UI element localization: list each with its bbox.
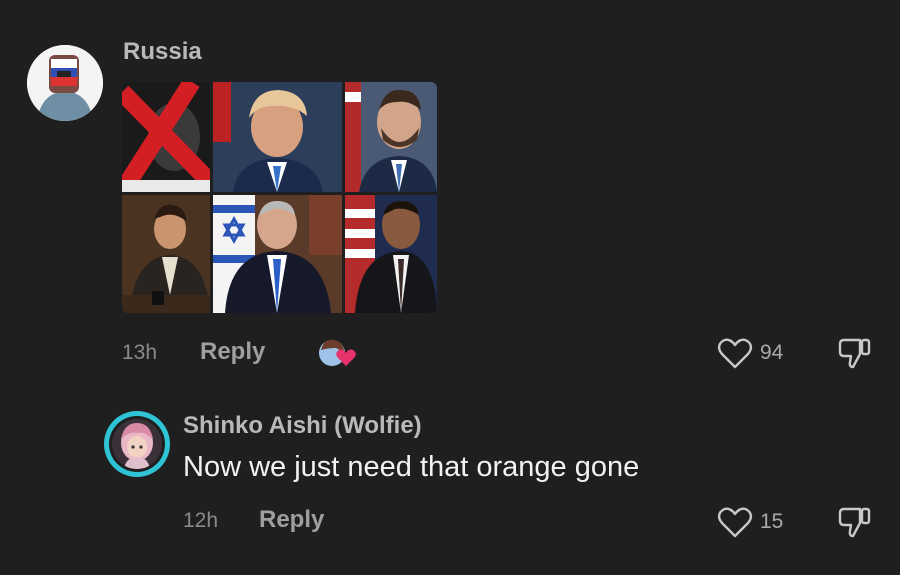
dislike-button[interactable] bbox=[836, 334, 874, 372]
photo-man-at-desk bbox=[122, 195, 210, 313]
photo-usa-flag-man bbox=[345, 195, 437, 313]
like-button-2[interactable] bbox=[717, 505, 753, 539]
heart-icon bbox=[717, 338, 753, 369]
wolfie-avatar-art bbox=[112, 419, 162, 469]
reply-username[interactable]: Shinko Aishi (Wolfie) bbox=[183, 412, 422, 440]
thumbs-down-icon bbox=[838, 338, 871, 369]
reply-timestamp: 12h bbox=[183, 509, 219, 532]
comment-username[interactable]: Russia bbox=[123, 38, 202, 66]
dislike-button-2[interactable] bbox=[836, 503, 874, 541]
comment-timestamp: 13h bbox=[122, 341, 158, 364]
creator-avatar-heart-icon bbox=[319, 339, 356, 366]
like-button[interactable] bbox=[717, 336, 753, 370]
thumbs-down-icon bbox=[838, 507, 871, 538]
russia-avatar[interactable] bbox=[27, 45, 103, 121]
photo-bearded-man bbox=[345, 82, 437, 192]
russia-avatar-art bbox=[27, 45, 103, 121]
wolfie-avatar[interactable] bbox=[104, 411, 170, 477]
heart-icon bbox=[717, 507, 753, 538]
like-count: 94 bbox=[760, 341, 784, 364]
photo-crossed-out bbox=[122, 82, 210, 192]
reply-button[interactable]: Reply bbox=[200, 338, 265, 366]
reply-button-2[interactable]: Reply bbox=[259, 506, 324, 534]
like-count-2: 15 bbox=[760, 510, 784, 533]
creator-liked-badge bbox=[316, 336, 356, 368]
attached-image-grid[interactable] bbox=[122, 82, 437, 313]
reply-text: Now we just need that orange gone bbox=[183, 451, 640, 483]
photo-orange-hair-man bbox=[213, 82, 342, 192]
photo-israel-flag-man bbox=[213, 195, 342, 313]
